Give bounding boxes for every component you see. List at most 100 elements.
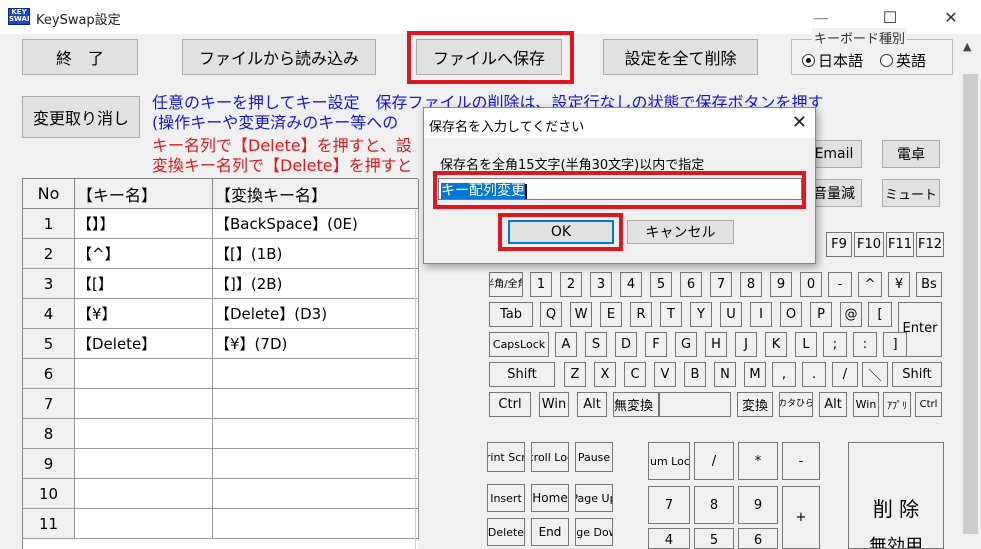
- key-numpad-multiply[interactable]: *: [738, 442, 778, 480]
- radio-japanese[interactable]: 日本語: [802, 50, 863, 71]
- key-colon[interactable]: :: [853, 332, 877, 357]
- key-k[interactable]: K: [765, 332, 787, 357]
- key-cell[interactable]: 【¥】: [75, 299, 213, 329]
- key-numpad-6[interactable]: 6: [738, 528, 778, 549]
- key-w[interactable]: W: [570, 302, 592, 327]
- key-hankaku-zenkaku[interactable]: 半角/全角: [489, 272, 523, 297]
- key-capslock[interactable]: CapsLock: [489, 332, 549, 357]
- key-cell[interactable]: [75, 419, 213, 449]
- key-g[interactable]: G: [675, 332, 697, 357]
- mapped-key-cell[interactable]: [213, 389, 419, 419]
- key-numpad-5[interactable]: 5: [694, 528, 734, 549]
- mute-key-button[interactable]: ミュート: [882, 179, 940, 207]
- column-header-mapped[interactable]: 【変換キー名】: [213, 179, 419, 209]
- column-header-key[interactable]: 【キー名】: [75, 179, 213, 209]
- key-t[interactable]: T: [660, 302, 682, 327]
- key-e[interactable]: E: [600, 302, 622, 327]
- key-win-right[interactable]: Win: [853, 392, 879, 417]
- scroll-up-icon[interactable]: ▲: [963, 40, 971, 53]
- key-ctrl-right[interactable]: Ctrl: [915, 392, 942, 417]
- key-shift-right[interactable]: Shift: [892, 362, 942, 387]
- scroll-thumb[interactable]: [963, 74, 978, 534]
- key-n[interactable]: N: [714, 362, 736, 387]
- key-3[interactable]: 3: [590, 272, 612, 297]
- key-o[interactable]: O: [780, 302, 802, 327]
- key-f[interactable]: F: [645, 332, 667, 357]
- key-l[interactable]: L: [795, 332, 817, 357]
- column-header-no[interactable]: No: [23, 179, 75, 209]
- key-home[interactable]: Home: [531, 484, 569, 512]
- key-x[interactable]: X: [594, 362, 616, 387]
- key-backslash[interactable]: ＼: [862, 362, 888, 387]
- key-7[interactable]: 7: [710, 272, 732, 297]
- key-b[interactable]: B: [684, 362, 706, 387]
- mapped-key-cell[interactable]: 【Delete】(D3): [213, 299, 419, 329]
- key-f10[interactable]: F10: [854, 232, 884, 257]
- key-insert[interactable]: Insert: [487, 484, 525, 512]
- key-cell[interactable]: 【】】: [75, 209, 213, 239]
- key-z[interactable]: Z: [564, 362, 586, 387]
- key-c[interactable]: C: [624, 362, 646, 387]
- key-alt-left[interactable]: Alt: [577, 392, 607, 417]
- key-d[interactable]: D: [615, 332, 637, 357]
- key-f12[interactable]: F12: [916, 232, 944, 257]
- key-numpad-7[interactable]: 7: [648, 486, 690, 524]
- key-1[interactable]: 1: [530, 272, 552, 297]
- key-f9[interactable]: F9: [826, 232, 852, 257]
- key-space[interactable]: [659, 392, 731, 417]
- radio-english[interactable]: 英語: [880, 50, 926, 71]
- key-tab[interactable]: Tab: [489, 302, 533, 327]
- key-minus[interactable]: -: [828, 272, 852, 297]
- undo-changes-button[interactable]: 変更取り消し: [22, 96, 140, 138]
- key-win-left[interactable]: Win: [539, 392, 569, 417]
- key-cell[interactable]: 【^】: [75, 239, 213, 269]
- key-backspace[interactable]: Bs: [916, 272, 942, 297]
- key-muhenkan[interactable]: 無変換: [613, 392, 659, 417]
- key-2[interactable]: 2: [560, 272, 582, 297]
- key-page-down[interactable]: Page Down: [575, 518, 613, 546]
- key-katakana-hiragana[interactable]: カタひら: [779, 392, 813, 417]
- key-numpad-8[interactable]: 8: [694, 486, 734, 524]
- mapped-key-cell[interactable]: 【]】(2B): [213, 269, 419, 299]
- key-numpad-plus[interactable]: +: [782, 486, 820, 549]
- key-i[interactable]: I: [750, 302, 772, 327]
- key-alt-right[interactable]: Alt: [819, 392, 847, 417]
- key-page-up[interactable]: Page Up: [575, 484, 613, 512]
- mapped-key-cell[interactable]: 【BackSpace】(0E): [213, 209, 419, 239]
- key-a[interactable]: A: [555, 332, 577, 357]
- key-numpad-minus[interactable]: -: [782, 442, 820, 480]
- key-pause[interactable]: Pause: [575, 442, 613, 472]
- key-r[interactable]: R: [630, 302, 652, 327]
- key-period[interactable]: .: [802, 362, 826, 387]
- mapped-key-cell[interactable]: [213, 479, 419, 509]
- key-cell[interactable]: [75, 509, 213, 539]
- key-5[interactable]: 5: [650, 272, 672, 297]
- key-q[interactable]: Q: [540, 302, 562, 327]
- key-0[interactable]: 0: [800, 272, 822, 297]
- key-h[interactable]: H: [705, 332, 727, 357]
- key-f11[interactable]: F11: [886, 232, 914, 257]
- key-yen[interactable]: ¥: [888, 272, 910, 297]
- key-henkan[interactable]: 変換: [737, 392, 773, 417]
- dialog-close-icon[interactable]: ✕: [792, 112, 807, 133]
- cancel-button[interactable]: キャンセル: [627, 220, 734, 244]
- mapped-key-cell[interactable]: 【¥】(7D): [213, 329, 419, 359]
- key-cell[interactable]: [75, 449, 213, 479]
- key-numpad-divide[interactable]: /: [694, 442, 734, 480]
- key-4[interactable]: 4: [620, 272, 642, 297]
- mapped-key-cell[interactable]: [213, 509, 419, 539]
- delete-all-settings-button[interactable]: 設定を全て削除: [603, 39, 758, 75]
- key-num-lock[interactable]: Num Lock: [648, 442, 690, 480]
- key-6[interactable]: 6: [680, 272, 702, 297]
- key-u[interactable]: U: [720, 302, 742, 327]
- key-m[interactable]: M: [744, 362, 766, 387]
- key-numpad-9[interactable]: 9: [738, 486, 778, 524]
- key-v[interactable]: V: [654, 362, 676, 387]
- exit-button[interactable]: 終 了: [22, 39, 138, 75]
- key-slash[interactable]: /: [832, 362, 858, 387]
- key-9[interactable]: 9: [770, 272, 792, 297]
- load-from-file-button[interactable]: ファイルから読み込み: [182, 39, 376, 75]
- key-print-screen[interactable]: Print Scrn: [487, 442, 525, 472]
- key-cell[interactable]: [75, 479, 213, 509]
- key-comma[interactable]: ,: [772, 362, 796, 387]
